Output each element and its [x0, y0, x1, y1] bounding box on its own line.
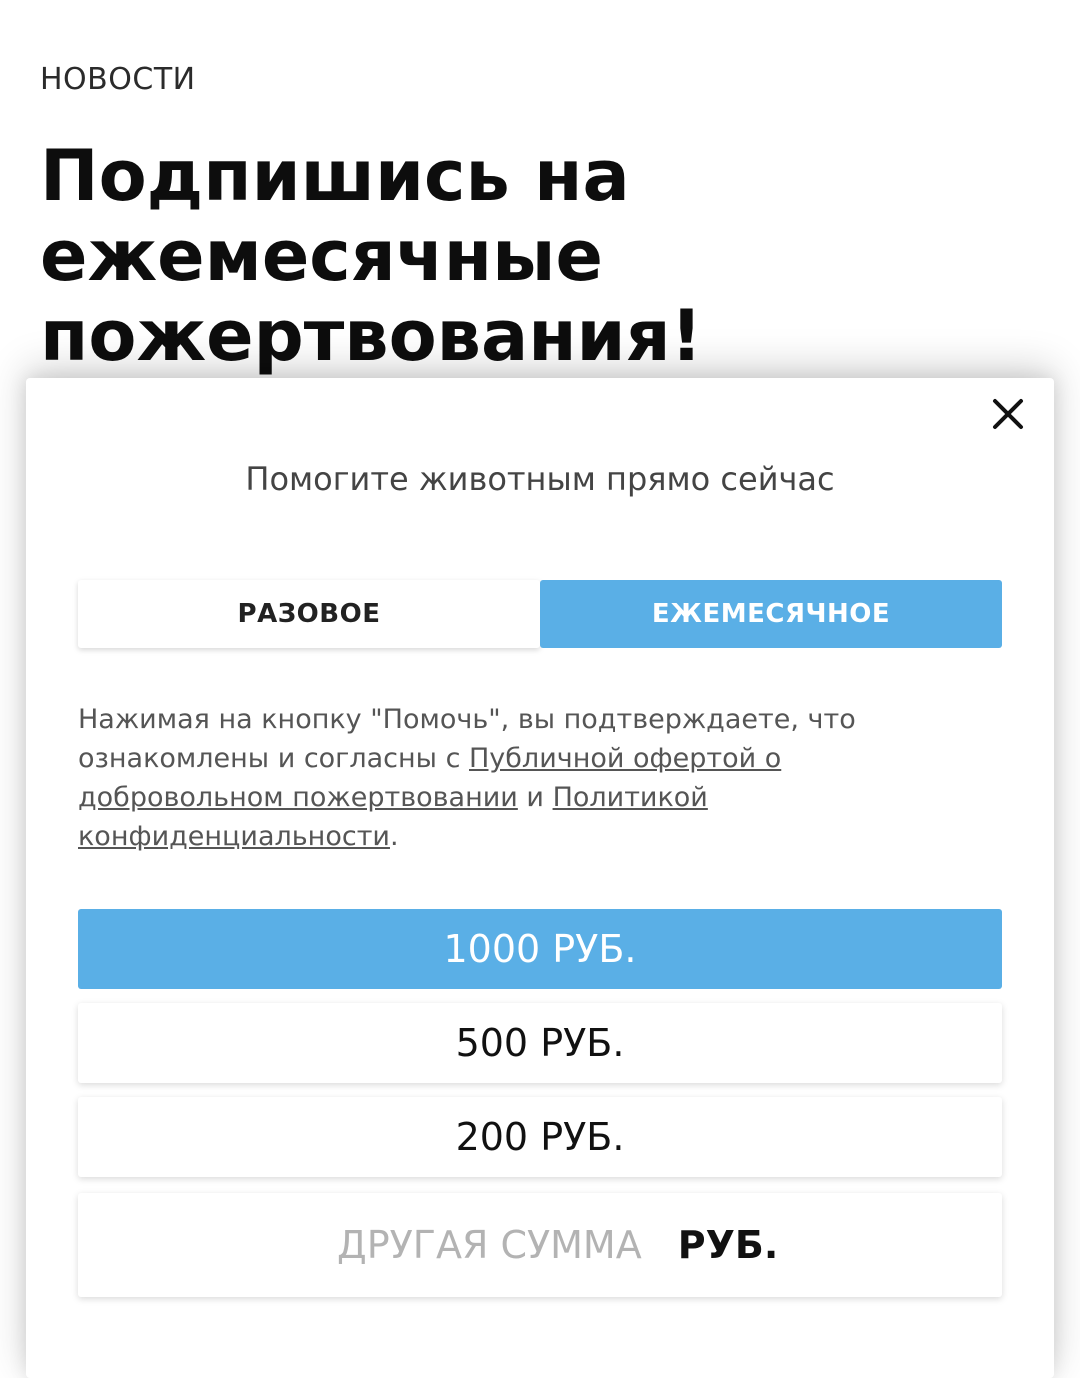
close-icon [993, 399, 1023, 429]
page-title: Подпишись на ежемесячные пожертвования! [40, 135, 703, 377]
consent-text-part: . [389, 821, 399, 852]
amount-1000-button[interactable]: 1000 РУБ. [78, 909, 1002, 989]
custom-amount-input[interactable] [301, 1223, 642, 1267]
tab-monthly[interactable]: ЕЖЕМЕСЯЧНОЕ [540, 580, 1002, 648]
amount-options: 1000 РУБ. 500 РУБ. 200 РУБ. РУБ. [78, 909, 1002, 1297]
modal-title: Помогите животным прямо сейчас [245, 460, 835, 498]
custom-amount-currency: РУБ. [677, 1223, 779, 1267]
tab-one-time[interactable]: РАЗОВОЕ [78, 580, 540, 648]
frequency-toggle: РАЗОВОЕ ЕЖЕМЕСЯЧНОЕ [78, 580, 1002, 648]
amount-500-button[interactable]: 500 РУБ. [78, 1003, 1002, 1083]
amount-200-button[interactable]: 200 РУБ. [78, 1097, 1002, 1177]
section-label[interactable]: НОВОСТИ [40, 62, 196, 97]
consent-text: Нажимая на кнопку "Помочь", вы подтвержд… [78, 700, 898, 856]
close-button[interactable] [984, 390, 1032, 438]
consent-text-part: и [517, 782, 553, 813]
custom-amount-field[interactable]: РУБ. [78, 1193, 1002, 1297]
donation-modal: Помогите животным прямо сейчас РАЗОВОЕ Е… [26, 378, 1054, 1378]
